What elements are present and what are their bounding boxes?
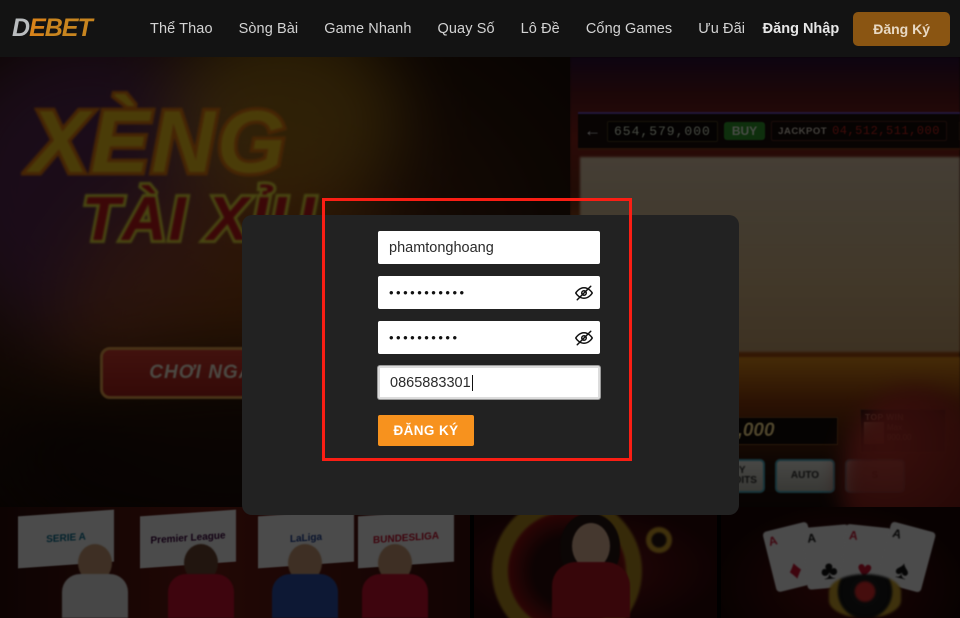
site-logo[interactable]: D E BET (12, 14, 120, 44)
confirm-password-input[interactable]: •••••••••• (378, 321, 600, 354)
nav-item-the-thao[interactable]: Thể Thao (150, 21, 213, 37)
phone-value: 0865883301 (390, 374, 471, 391)
username-value: phamtonghoang (389, 239, 494, 256)
phone-input[interactable]: 0865883301 (378, 366, 600, 399)
nav-item-quay-so[interactable]: Quay Số (438, 21, 495, 37)
password-visibility-toggle-icon[interactable] (575, 284, 593, 302)
header-register-button[interactable]: Đăng Ký (853, 11, 950, 46)
logo-part-1: D (12, 14, 30, 42)
confirm-password-value: •••••••••• (389, 330, 460, 345)
login-button[interactable]: Đăng Nhập (763, 21, 840, 37)
username-field-wrapper: phamtonghoang (378, 231, 603, 264)
register-form: phamtonghoang ••••••••••• •••••••••• 086… (378, 231, 603, 446)
register-modal: phamtonghoang ••••••••••• •••••••••• 086… (242, 215, 739, 515)
logo-part-3: BET (44, 14, 93, 42)
nav-item-song-bai[interactable]: Sòng Bài (239, 21, 299, 37)
nav-item-game-nhanh[interactable]: Game Nhanh (324, 21, 411, 37)
nav-item-lo-de[interactable]: Lô Đề (521, 21, 560, 37)
password-input[interactable]: ••••••••••• (378, 276, 600, 309)
password-value: ••••••••••• (389, 285, 467, 300)
header-actions: Đăng Nhập Đăng Ký (763, 0, 950, 57)
register-submit-button[interactable]: ĐĂNG KÝ (378, 415, 474, 446)
page-root: XÈNG TÀI XỈU CHƠI NGAY ← 654,579,000 BUY… (0, 0, 960, 618)
nav-item-uu-dai[interactable]: Ưu Đãi (698, 21, 745, 37)
confirm-password-visibility-toggle-icon[interactable] (575, 329, 593, 347)
username-input[interactable]: phamtonghoang (378, 231, 600, 264)
password-field-wrapper: ••••••••••• (378, 276, 603, 309)
confirm-password-field-wrapper: •••••••••• (378, 321, 603, 354)
nav-item-cong-games[interactable]: Cổng Games (586, 21, 672, 37)
main-nav: Thể Thao Sòng Bài Game Nhanh Quay Số Lô … (150, 21, 745, 37)
text-cursor (471, 374, 473, 391)
logo-part-2: E (29, 14, 46, 42)
site-header: D E BET Thể Thao Sòng Bài Game Nhanh Quay … (0, 0, 960, 57)
phone-field-wrapper: 0865883301 (378, 366, 603, 399)
